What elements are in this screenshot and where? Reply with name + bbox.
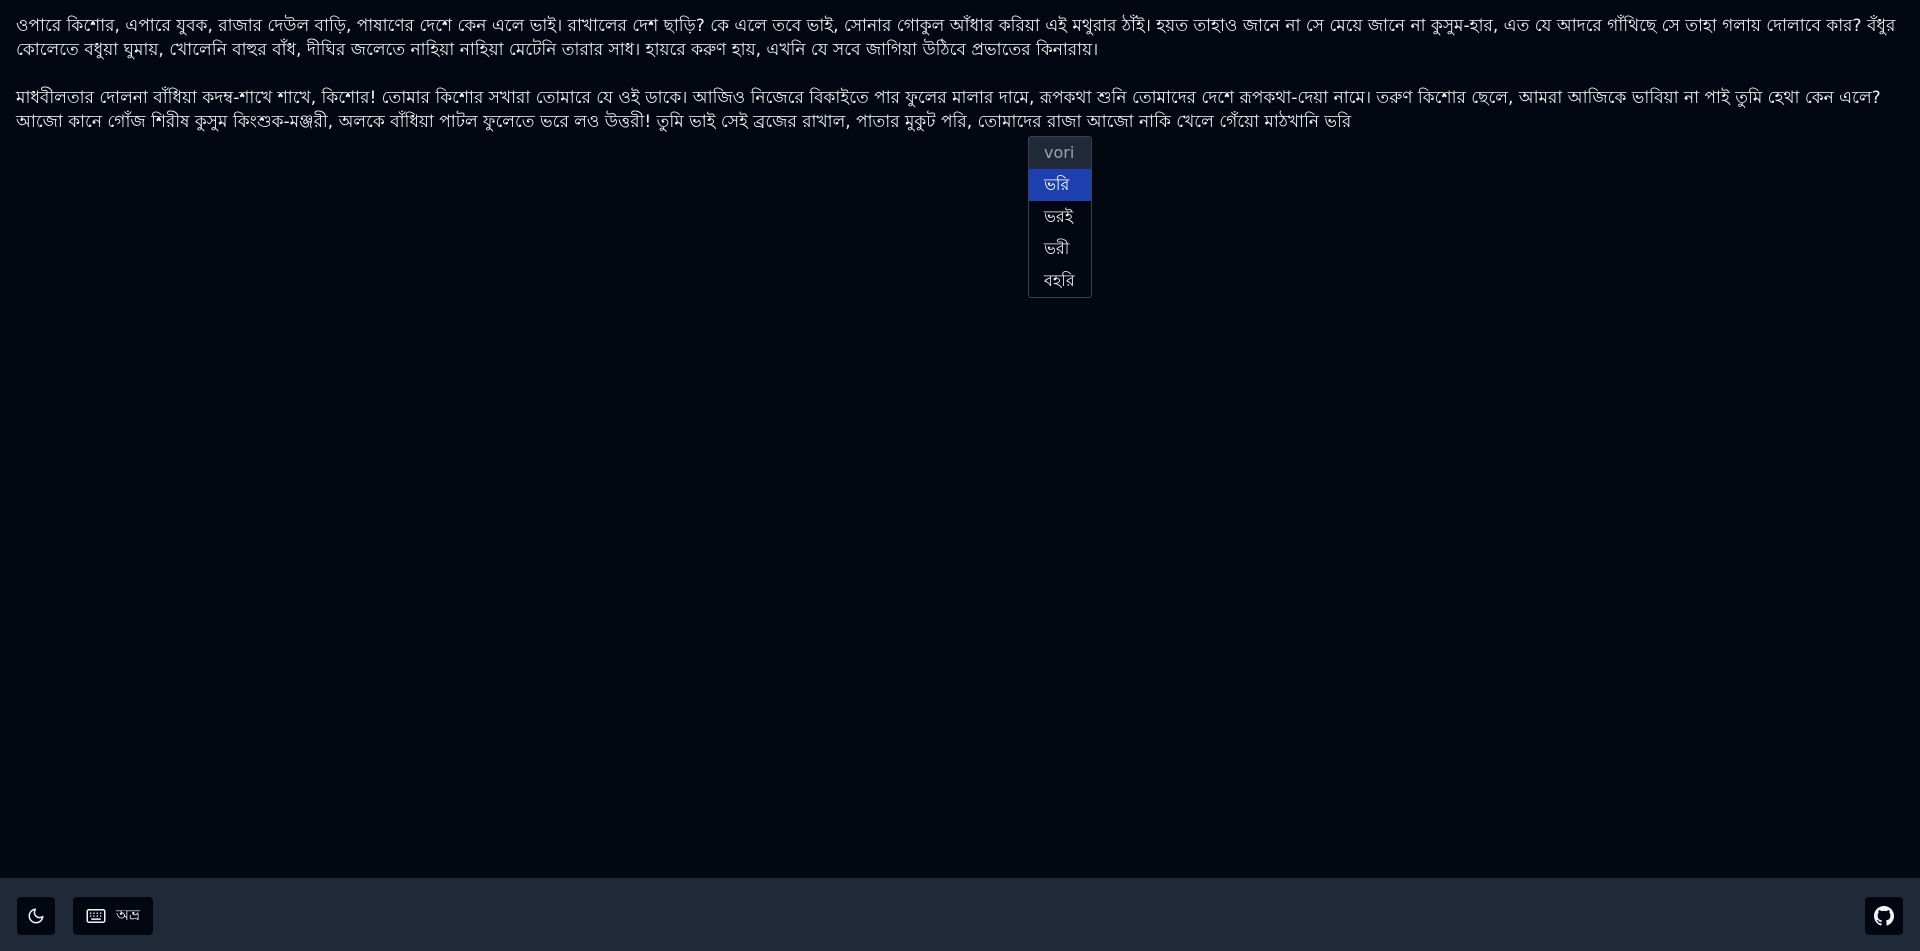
suggestion-option[interactable]: ভরী: [1029, 233, 1091, 265]
github-link-button[interactable]: [1865, 897, 1903, 935]
keyboard-layout-button[interactable]: অভ্র: [73, 897, 153, 935]
suggestion-dropdown: vori ভরি ভরই ভরী বহরি: [1028, 136, 1092, 298]
keyboard-layout-label: অভ্র: [115, 905, 140, 924]
editor-paragraph-1: ওপারে কিশোর, এপারে যুবক, রাজার দেউল বাড়…: [16, 16, 1896, 60]
keyboard-icon: [86, 908, 106, 924]
suggestion-typed-text: vori: [1029, 137, 1091, 169]
github-icon: [1874, 906, 1894, 926]
editor-paragraph-2: মাধবীলতার দোলনা বাঁধিয়া কদম্ব-শাখে শাখে…: [16, 88, 1881, 132]
footer-bar: অভ্র: [0, 878, 1920, 951]
moon-icon: [27, 907, 45, 925]
text-editor[interactable]: ওপারে কিশোর, এপারে যুবক, রাজার দেউল বাড়…: [0, 0, 1920, 878]
suggestion-option[interactable]: ভরি: [1029, 169, 1091, 201]
suggestion-option[interactable]: ভরই: [1029, 201, 1091, 233]
theme-toggle-button[interactable]: [17, 897, 55, 935]
suggestion-option[interactable]: বহরি: [1029, 265, 1091, 297]
